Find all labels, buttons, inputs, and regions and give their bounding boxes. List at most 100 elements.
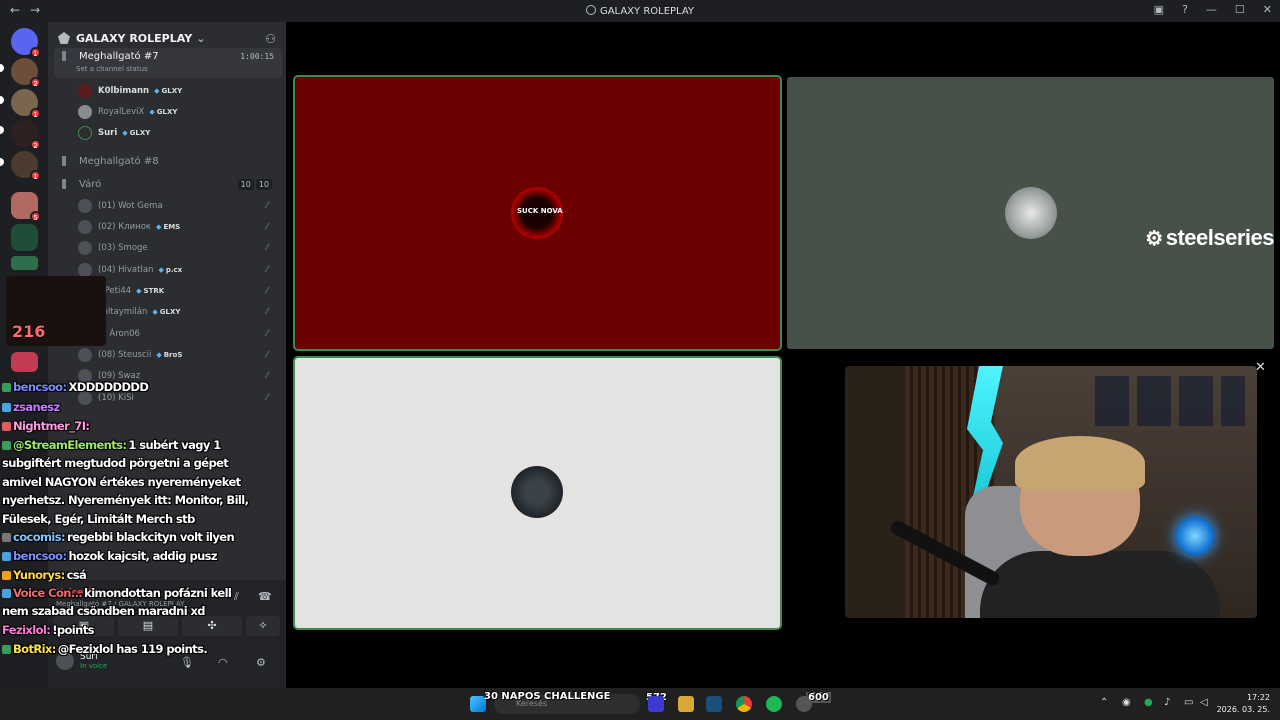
channel-name: Váró [79,178,102,190]
server-icon-5[interactable]: 5 [11,192,41,222]
server-icon-7[interactable] [11,256,38,270]
participant-tile-1[interactable]: SUCK NOVA [295,77,780,349]
badge-icon [2,422,11,431]
clock[interactable]: 17:22 2026. 03. 25. [1217,692,1270,716]
voice-channel-varo[interactable]: Váró 10 10 [54,174,282,194]
chat-line: Yunorys: csá [2,568,87,582]
spotify-icon[interactable] [766,696,782,712]
participant-tile-2[interactable]: steelseries [787,77,1274,349]
voice-channel-meghallgato-8[interactable]: Meghallgató #8 [54,151,282,171]
user-name: (02) Клинок [98,222,152,232]
server-icon-6[interactable] [11,224,38,251]
chat-user: Yunorys: [13,568,65,582]
voice-user[interactable]: (04) Hivatlan p.cx ⁄ [78,260,278,280]
user-name: (08) Steuscii [98,350,152,360]
settings-gear-icon[interactable]: ⚙ [256,656,266,669]
minimize-button[interactable]: — [1206,3,1217,16]
chat-user: Nightmer_7I: [13,419,90,433]
chat-user: BotRix: [13,642,56,656]
streamer-webcam [845,366,1257,618]
soundboard-button[interactable]: ✧ [246,616,280,636]
tray-app-icon[interactable]: ◉ [1122,697,1131,708]
role-tag: GLXY [122,129,151,137]
chat-user: bencsoo: [13,380,67,394]
home-button[interactable]: 1 [11,28,41,58]
app-icon[interactable] [648,696,664,712]
voice-user[interactable]: K0lbimann GLXY [78,81,278,101]
voice-user[interactable]: (02) Клинок EMS ⁄ [78,217,278,237]
volume-icon[interactable]: ◁ [1200,697,1208,708]
unread-pill [0,158,4,166]
close-icon[interactable]: ✕ [1255,360,1266,375]
wolf-avatar [511,466,563,518]
steam-icon[interactable] [706,696,722,712]
clock-date: 2026. 03. 25. [1216,705,1270,714]
chat-line: bencsoo: XDDDDDDDD [2,380,149,394]
voice-channel-meghallgato-7[interactable]: Meghallgató #7 1:00:15 Set a channel sta… [54,48,282,78]
deafened-icon: ⁄ [266,371,268,381]
chat-text: regebbi blackcityn volt ilyen [67,530,235,544]
server-icon-3[interactable]: 2 [11,120,41,150]
chrome-icon[interactable] [736,696,752,712]
server-icon-8[interactable] [11,352,38,372]
role-tag: GLXY [154,87,183,95]
role-tag: STRK [136,287,165,295]
deafened-icon: ⁄ [266,350,268,360]
channel-status[interactable]: Set a channel status [76,65,148,73]
avatar [78,105,92,119]
channel-name: Meghallgató #8 [79,155,159,167]
guild-icon [58,32,70,44]
window-title-text: GALAXY ROLEPLAY [599,6,695,17]
avatar-label: SUCK NOVA [517,207,563,215]
blue-lamp [1175,516,1215,556]
server-icon-4[interactable]: 1 [11,151,41,181]
count-current: 10 [237,178,254,190]
chat-text: kimondottan pofázni kell [84,586,232,600]
role-tag: p.cx [158,266,182,274]
chat-line: subgiftért megtudod pörgetni a gépet [2,456,229,470]
voice-user[interactable]: 7) Áron06 ⁄ [78,324,278,344]
deafened-icon: ⁄ [266,201,268,211]
inbox-icon[interactable]: ▣ [1154,3,1164,16]
voice-user[interactable]: (08) Steuscii BroS ⁄ [78,345,278,365]
participant-tile-3[interactable] [295,358,780,628]
voice-user[interactable]: GPeti44STRK⁄ [78,281,278,301]
help-icon[interactable]: ? [1182,3,1188,16]
chat-line: @StreamElements: 1 subért vagy 1 [2,438,221,452]
badge-icon [2,552,11,561]
overlay-counter: 216 [12,322,46,341]
title-bar: ← → GALAXY ROLEPLAY ▣ ? — ☐ ✕ [0,0,1280,22]
mention-badge: 2 [30,77,41,88]
server-icon-1[interactable]: 2 [11,58,41,88]
chat-line: Nightmer_7I: [2,419,91,433]
disconnect-icon[interactable]: ☎ [258,590,272,603]
add-user-icon[interactable]: ⚇ [265,32,276,46]
speaker-icon [62,51,73,61]
folder-icon[interactable] [678,696,694,712]
voice-user[interactable]: (01) Wot Gema ⁄ [78,196,278,216]
microphone-icon[interactable]: ♪ [1164,697,1170,708]
user-name: Suri [98,128,118,138]
chat-user: cocomis: [13,530,66,544]
count-limit: 10 [255,178,272,190]
mention-badge: 1 [30,47,41,58]
close-button[interactable]: ✕ [1263,3,1272,16]
chat-line: amivel NAGYON értékes nyereményeket [2,475,241,489]
unread-pill [0,96,4,104]
maximize-button[interactable]: ☐ [1235,3,1245,16]
tray-status-icon[interactable]: ● [1144,697,1153,708]
chat-line: BotRix: @Fezixlol has 119 points. [2,642,208,656]
network-icon[interactable]: ▭ [1184,697,1193,708]
voice-user[interactable]: Suri GLXY [78,123,278,143]
server-icon-2[interactable]: 1 [11,89,41,119]
wall-frames [1095,376,1245,426]
window-title: GALAXY ROLEPLAY [0,5,1280,17]
chat-user: zsanesz [13,400,60,414]
chat-text: 1 subért vagy 1 [128,438,221,452]
voice-user[interactable]: koltaymilánGLXY⁄ [78,302,278,322]
voice-user[interactable]: RoyalLeviX GLXY [78,102,278,122]
chevron-up-icon[interactable]: ⌃ [1100,697,1108,708]
voice-user[interactable]: (03) Smoge ⁄ [78,238,278,258]
deafened-icon: ⁄ [266,265,268,275]
user-count: 10 10 [236,178,272,190]
